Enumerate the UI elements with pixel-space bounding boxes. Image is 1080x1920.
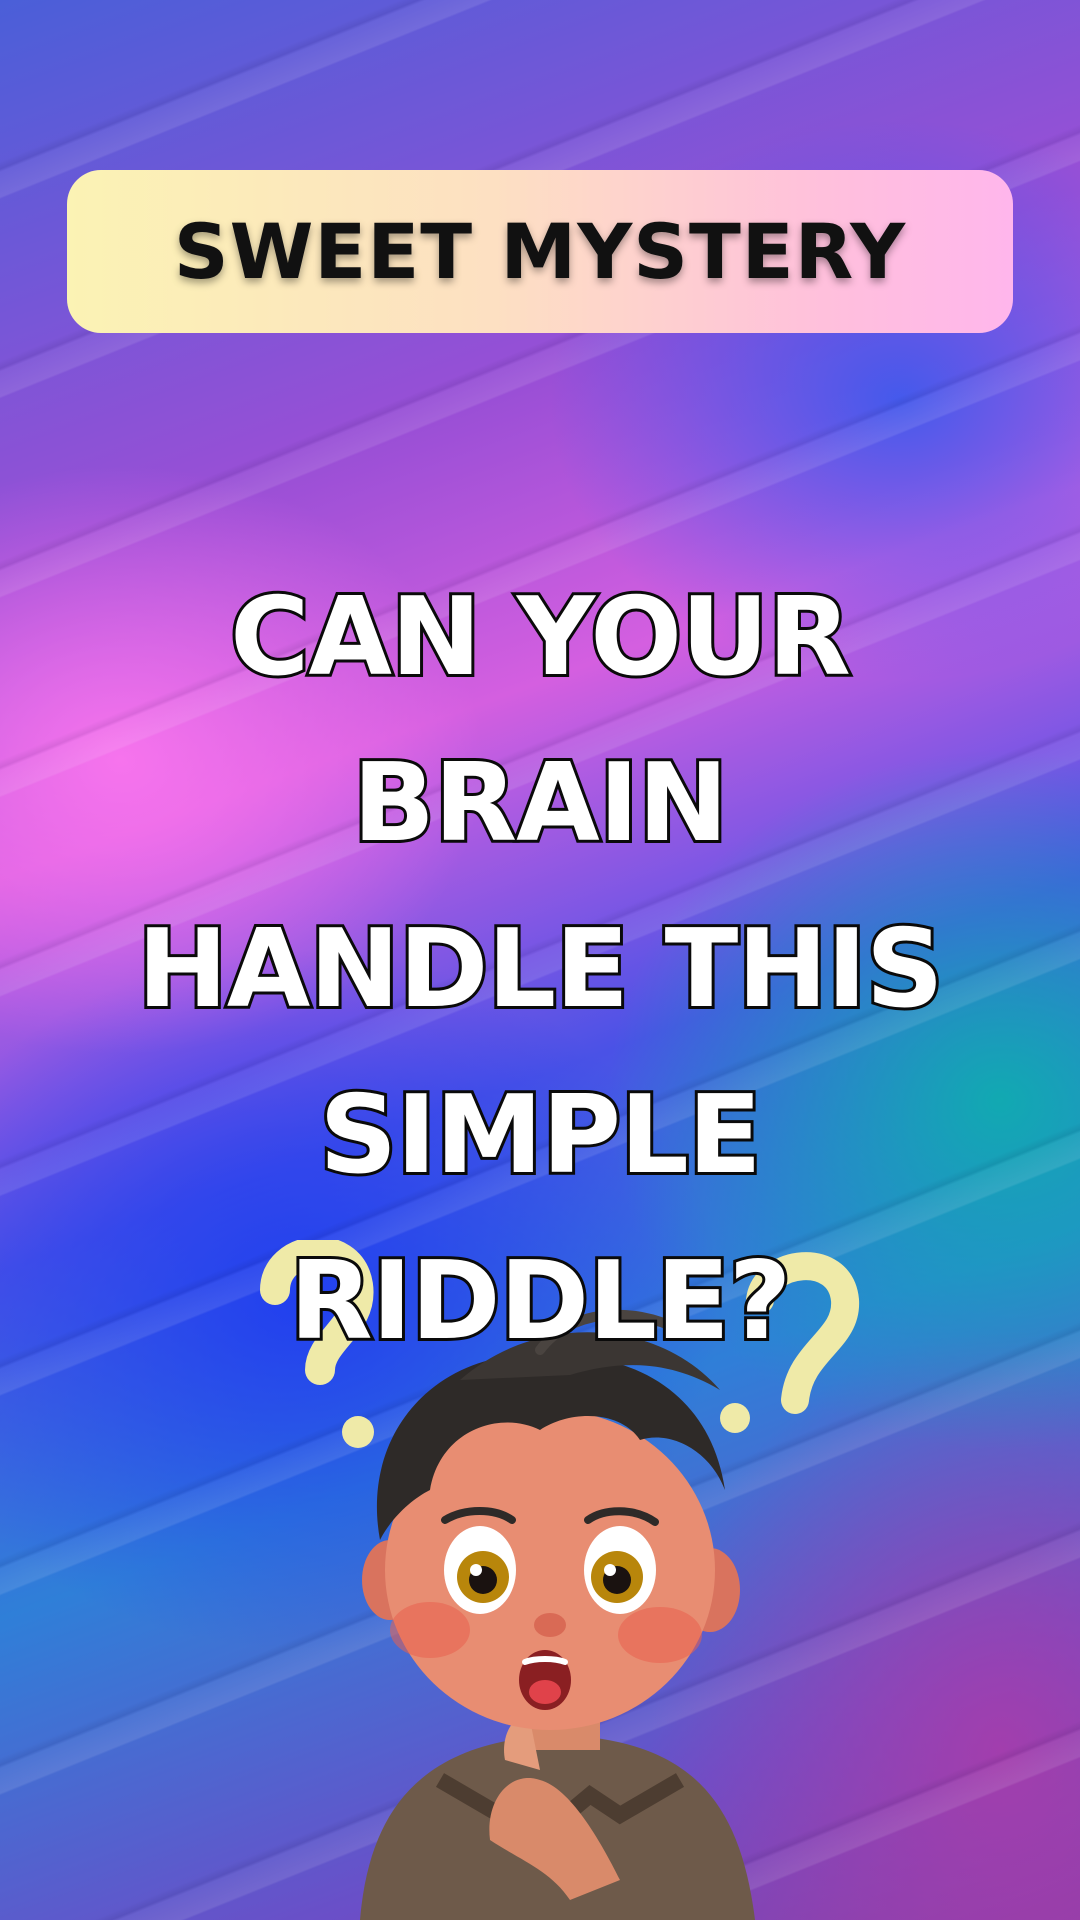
riddle-headline: CAN YOUR BRAIN HANDLE THIS SIMPLE RIDDLE… — [40, 555, 1040, 1385]
headline-line-1: CAN YOUR — [227, 572, 854, 703]
headline-line-3: HANDLE THIS — [134, 904, 946, 1035]
headline-line-2: BRAIN — [350, 738, 732, 869]
banner-title: SWEET MYSTERY — [173, 207, 907, 296]
title-banner: SWEET MYSTERY — [67, 170, 1013, 333]
headline-line-5: RIDDLE? — [287, 1236, 795, 1367]
riddle-screen: { "banner": { "title": "SWEET MYSTERY" }… — [0, 0, 1080, 1920]
headline-line-4: SIMPLE — [316, 1070, 764, 1201]
boy-mouth — [519, 1650, 571, 1710]
